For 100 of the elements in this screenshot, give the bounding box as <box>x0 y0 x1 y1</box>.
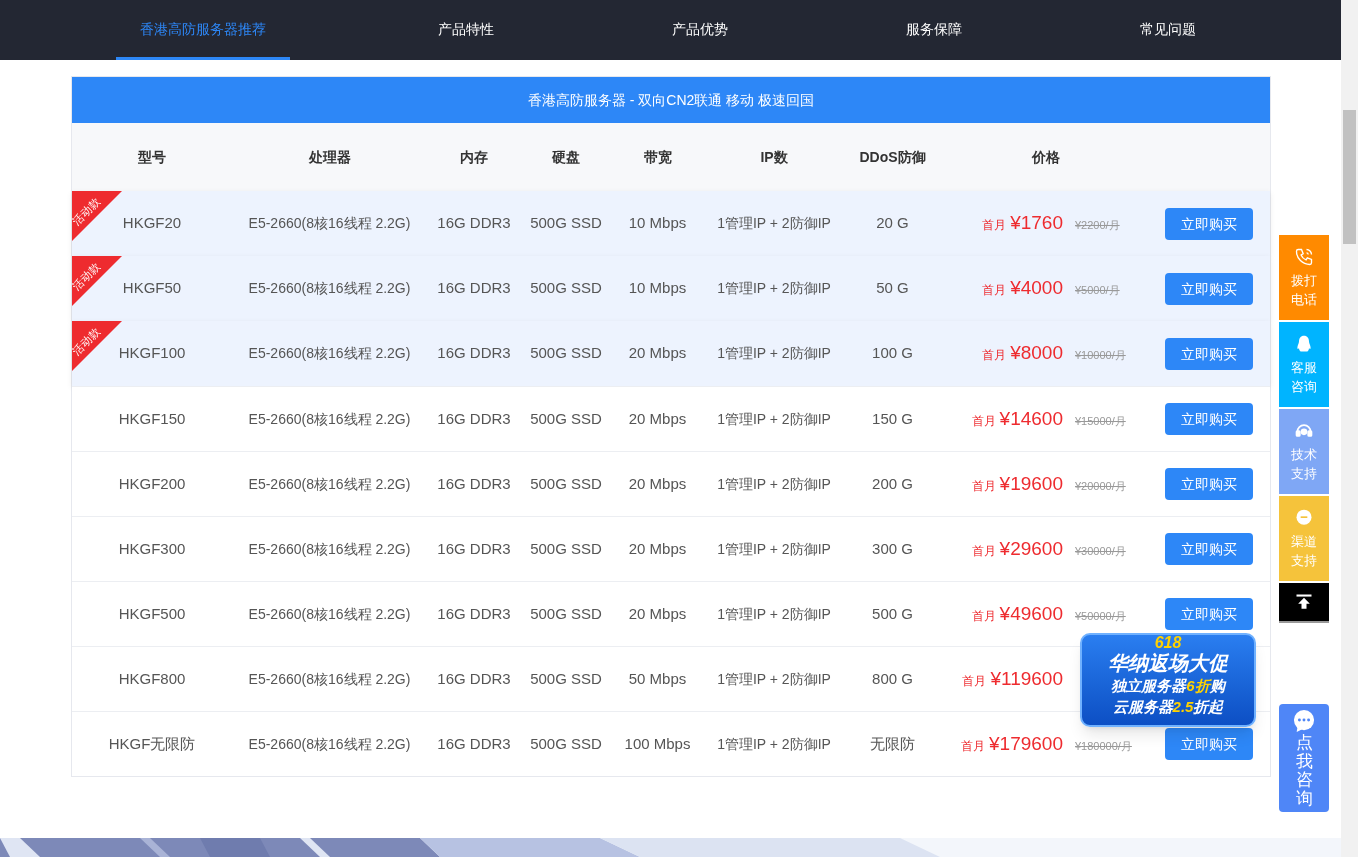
table-cell-text: 20 Mbps <box>627 473 688 494</box>
price-label: 首月 <box>961 737 986 755</box>
table-cell-text: 16G DDR3 <box>436 733 512 754</box>
table-cell-text: HKGF200 <box>118 473 186 494</box>
original-price: ¥10000/月 <box>1075 348 1126 364</box>
table-cell-text: 10 Mbps <box>627 278 688 299</box>
table-title: 香港高防服务器 - 双向CN2联通 移动 极速回国 <box>72 77 1270 123</box>
original-price: ¥2200/月 <box>1075 218 1120 234</box>
price: ¥14600 <box>999 406 1063 431</box>
price-label: 首月 <box>962 672 987 690</box>
side-button[interactable]: 客服咨询 <box>1279 322 1329 407</box>
table-cell-text: 500G SSD <box>529 408 603 429</box>
side-button[interactable]: 拨打电话 <box>1279 235 1329 320</box>
phone-icon <box>1294 246 1314 267</box>
penguin-icon <box>1294 333 1314 354</box>
buy-button[interactable]: 立即购买 <box>1164 468 1253 500</box>
table-cell-text: 20 Mbps <box>627 538 688 559</box>
table-cell-text: 16G DDR3 <box>436 213 512 234</box>
table-cell-text: 16G DDR3 <box>436 408 512 429</box>
table-cell-text: E5-2660(8核16线程 2.2G) <box>247 539 412 559</box>
table-cell-text: 50 G <box>875 278 910 299</box>
table-cell-text: 20 Mbps <box>627 603 688 624</box>
price: ¥119600 <box>990 666 1063 691</box>
promo-tag: 618 <box>1154 635 1182 651</box>
table-cell-text: 200 G <box>871 473 914 494</box>
table-cell-text: HKGF800 <box>118 668 186 689</box>
table-cell-text: E5-2660(8核16线程 2.2G) <box>247 279 412 298</box>
table-cell-text: 500G SSD <box>529 343 603 364</box>
table-cell-text: 500G SSD <box>529 733 603 754</box>
table-cell-text: 20 Mbps <box>627 408 688 429</box>
price-label: 首月 <box>971 477 996 495</box>
promo-text: 云服务器2.5折起 <box>1112 697 1224 717</box>
original-price: ¥30000/月 <box>1075 543 1126 559</box>
promo-ribbon: 活动款 <box>72 256 122 306</box>
table-cell-text: 1管理IP + 2防御IP <box>716 344 832 363</box>
nav-tab[interactable]: 服务保障 <box>876 0 992 60</box>
buy-button[interactable]: 立即购买 <box>1164 272 1253 305</box>
price-label: 首月 <box>971 607 996 625</box>
price-label: 首月 <box>982 347 1007 365</box>
table-cell-text: E5-2660(8核16线程 2.2G) <box>247 669 412 689</box>
nav-tab[interactable]: 产品特性 <box>408 0 524 60</box>
table-cell-text: 50 Mbps <box>627 668 688 689</box>
price: ¥1760 <box>1010 211 1063 236</box>
table-cell-text: 1管理IP + 2防御IP <box>716 214 832 233</box>
original-price: ¥50000/月 <box>1075 608 1126 624</box>
promo-text: 独立服务器6折购 <box>1111 676 1225 696</box>
table-cell-text: HKGF20 <box>122 213 182 234</box>
table-cell-text: 500G SSD <box>529 213 603 234</box>
buy-button[interactable]: 立即购买 <box>1164 403 1253 435</box>
table-cell-text: 800 G <box>871 668 914 689</box>
original-price: ¥20000/月 <box>1075 478 1126 494</box>
promo-title: 华纳返场大促 <box>1108 651 1228 675</box>
table-cell-text: 500G SSD <box>529 603 603 624</box>
table-cell-text: E5-2660(8核16线程 2.2G) <box>247 344 412 363</box>
price: ¥49600 <box>999 601 1063 626</box>
column-header: 带宽 <box>642 148 673 167</box>
table-cell-text: 16G DDR3 <box>436 278 512 299</box>
original-price: ¥5000/月 <box>1075 283 1120 299</box>
column-header: IP数 <box>759 148 789 167</box>
price: ¥19600 <box>999 471 1063 496</box>
table-cell-text: 10 Mbps <box>627 213 688 234</box>
table-cell-text: 16G DDR3 <box>436 343 512 364</box>
table-cell-text: E5-2660(8核16线程 2.2G) <box>247 409 412 429</box>
table-cell-text: 16G DDR3 <box>436 473 512 494</box>
price-label: 首月 <box>982 282 1007 300</box>
table-cell-text: 300 G <box>871 538 914 559</box>
price: ¥29600 <box>999 536 1063 561</box>
price: ¥8000 <box>1010 341 1063 366</box>
table-cell-text: 1管理IP + 2防御IP <box>716 539 832 559</box>
column-header: 硬盘 <box>551 148 581 167</box>
buy-button[interactable]: 立即购买 <box>1164 728 1253 760</box>
table-cell-text: 500G SSD <box>529 278 603 299</box>
buy-button[interactable]: 立即购买 <box>1164 533 1253 565</box>
table-cell-text: 100 G <box>871 343 914 364</box>
table-cell-text: E5-2660(8核16线程 2.2G) <box>247 604 412 624</box>
table-cell-text: HKGF150 <box>118 408 186 429</box>
side-button[interactable] <box>1279 583 1329 623</box>
nav-tab[interactable]: 常见问题 <box>1110 0 1226 60</box>
buy-button[interactable]: 立即购买 <box>1164 598 1253 630</box>
nav-tab[interactable]: 产品优势 <box>642 0 758 60</box>
table-cell-text: 500 G <box>871 603 914 624</box>
nav-tab[interactable]: 香港高防服务器推荐 <box>116 0 290 60</box>
column-header: DDoS防御 <box>858 148 927 167</box>
table-cell-text: 20 Mbps <box>627 343 688 364</box>
promo-ribbon: 活动款 <box>72 191 122 241</box>
buy-button[interactable]: 立即购买 <box>1164 207 1253 240</box>
table-cell-text: 1管理IP + 2防御IP <box>716 409 832 429</box>
table-cell-text: 无限防 <box>869 733 916 754</box>
table-cell-text: E5-2660(8核16线程 2.2G) <box>247 214 412 233</box>
price: ¥179600 <box>989 731 1063 756</box>
table-cell-text: HKGF50 <box>122 278 182 299</box>
table-cell-text: 16G DDR3 <box>436 538 512 559</box>
consult-button[interactable]: 点我咨询 <box>1279 704 1329 812</box>
side-button[interactable]: 技术支持 <box>1279 409 1329 494</box>
table-cell-text: 20 G <box>875 213 910 234</box>
column-header: 型号 <box>137 148 167 167</box>
column-header: 处理器 <box>307 148 352 167</box>
table-cell-text: HKGF300 <box>118 538 186 559</box>
buy-button[interactable]: 立即购买 <box>1164 337 1253 370</box>
table-cell-text: 500G SSD <box>529 538 603 559</box>
